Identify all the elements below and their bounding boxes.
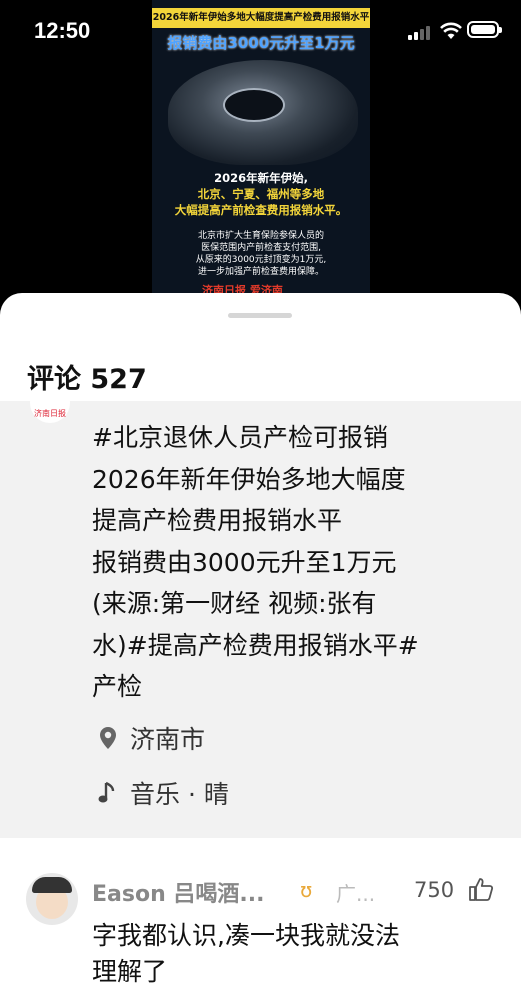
post-text-line: 产检 <box>92 672 143 701</box>
post-avatar[interactable]: 济南日报 <box>30 401 70 423</box>
thumbs-up-icon[interactable] <box>468 876 494 902</box>
video-detail-line: 北京市扩大生育保险参保人员的 <box>197 231 324 241</box>
video-caption: 2026年新年伊始, 北京、宁夏、福州等多地 大幅提高产前检查费用报销水平。 <box>152 170 370 218</box>
drag-handle[interactable] <box>228 313 292 318</box>
video-player[interactable]: 2026年新年伊始多地大幅度提高产检费用报销水平 报销费由3000元升至1万元 … <box>152 0 370 298</box>
like-count: 750 <box>414 878 455 902</box>
battery-icon <box>467 21 502 38</box>
post-text-line: (来源:第一财经 视频:张有 <box>92 589 377 618</box>
wifi-icon <box>440 22 462 39</box>
comment-text-line: 字我都认识,凑一块我就没法 <box>92 921 400 950</box>
comment-item: Eason 吕喝酒... ʊ 广... 750 字我都认识,凑一块我就没法 理解… <box>0 848 521 1000</box>
post-text-line: 提高产检费用报销水平 <box>92 506 343 535</box>
ultrasound-image <box>168 60 358 165</box>
post-text-line[interactable]: #北京退休人员产检可报销 <box>92 417 492 459</box>
comments-count-title: 评论 527 <box>27 364 147 395</box>
music-note-icon <box>96 781 120 805</box>
post-text-line: 2026年新年伊始多地大幅度 <box>92 464 406 494</box>
video-detail-line: 进一步加强产前检查费用保障。 <box>197 267 324 277</box>
location-row[interactable]: 济南市 <box>96 723 206 754</box>
badge-icon: ʊ <box>300 878 313 902</box>
clock: 12:50 <box>34 18 91 43</box>
location-pin-icon <box>96 726 120 750</box>
video-title-banner: 2026年新年伊始多地大幅度提高产检费用报销水平 <box>152 8 370 28</box>
commenter-avatar[interactable] <box>26 873 78 925</box>
location-text: 济南市 <box>130 725 206 754</box>
post-text: #北京退休人员产检可报销 2026年新年伊始多地大幅度 提高产检费用报销水平 报… <box>92 417 492 708</box>
music-row[interactable]: 音乐 · 晴 <box>96 778 229 809</box>
cellular-signal-icon <box>408 24 434 40</box>
post-avatar-logo: 济南日报 <box>30 401 70 423</box>
ad-label: 广... <box>336 882 376 906</box>
video-caption-line: 2026年新年伊始, <box>214 171 308 185</box>
comment-text-line: 理解了 <box>92 957 168 986</box>
video-detail: 北京市扩大生育保险参保人员的 医保范围内产前检查支付范围, 从原来的3000元封… <box>152 230 370 278</box>
commenter-name[interactable]: Eason 吕喝酒... <box>92 876 264 908</box>
comment-text: 字我都认识,凑一块我就没法 理解了 <box>92 918 502 990</box>
post-text-line: 报销费由3000元升至1万元 <box>92 547 397 577</box>
video-headline: 报销费由3000元升至1万元 <box>167 34 355 52</box>
video-caption-line: 大幅提高产前检查费用报销水平。 <box>174 203 348 217</box>
music-text: 音乐 · 晴 <box>130 780 229 809</box>
comments-sheet: 评论 527 济南日报 #北京退休人员产检可报销 2026年新年伊始多地大幅度 … <box>0 293 521 1000</box>
post-text-line[interactable]: 水)#提高产检费用报销水平# <box>92 625 492 667</box>
video-caption-line: 北京、宁夏、福州等多地 <box>197 187 325 201</box>
video-detail-line: 医保范围内产前检查支付范围, <box>201 243 321 253</box>
video-detail-line: 从原来的3000元封顶变为1万元, <box>195 255 327 265</box>
